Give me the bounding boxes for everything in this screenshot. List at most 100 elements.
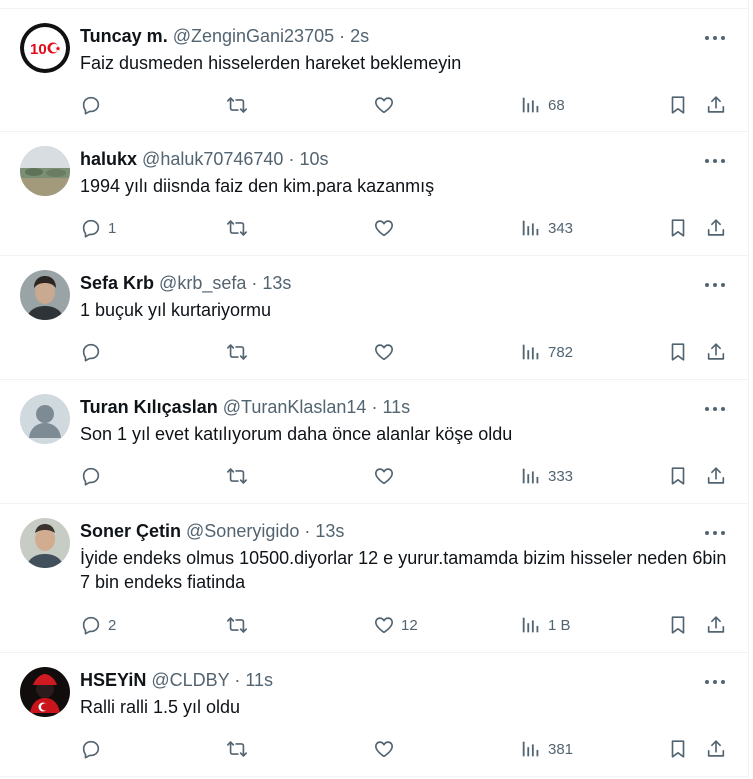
avatar[interactable] <box>20 270 70 320</box>
display-name[interactable]: Soner Çetin <box>80 521 181 541</box>
more-options-icon[interactable] <box>703 400 727 418</box>
tweet-header: Soner Çetin @Soneryigido · 13s <box>80 520 344 542</box>
bookmark-icon <box>667 614 689 636</box>
reply-button[interactable]: 1 <box>80 215 116 241</box>
display-name[interactable]: Turan Kılıçaslan <box>80 397 218 417</box>
user-handle[interactable]: @TuranKlaslan14 <box>223 397 367 417</box>
like-button[interactable] <box>373 339 401 365</box>
bookmark-button[interactable] <box>667 463 689 489</box>
share-button[interactable] <box>705 463 727 489</box>
heart-icon <box>373 217 395 239</box>
avatar[interactable] <box>20 394 70 444</box>
views-button[interactable]: 333 <box>520 463 573 489</box>
views-button[interactable]: 1 B <box>520 612 571 638</box>
user-handle[interactable]: @krb_sefa <box>159 273 246 293</box>
like-button[interactable] <box>373 215 401 241</box>
reply-icon <box>80 738 102 760</box>
timestamp[interactable]: 13s <box>262 273 291 293</box>
like-button[interactable]: 12 <box>373 612 418 638</box>
retweet-button[interactable] <box>226 463 248 489</box>
retweet-button[interactable] <box>226 92 248 118</box>
share-icon <box>705 217 727 239</box>
display-name[interactable]: Tuncay m. <box>80 26 168 46</box>
display-name[interactable]: Sefa Krb <box>80 273 154 293</box>
reply-icon <box>80 614 102 636</box>
retweet-icon <box>226 465 248 487</box>
retweet-button[interactable] <box>226 339 248 365</box>
bookmark-button[interactable] <box>667 612 689 638</box>
timestamp[interactable]: 11s <box>382 397 410 417</box>
heart-icon <box>373 738 395 760</box>
tweet[interactable]: Turan Kılıçaslan @TuranKlaslan14 · 11s S… <box>0 380 749 504</box>
views-button[interactable]: 68 <box>520 92 565 118</box>
svg-text:10: 10 <box>30 41 47 58</box>
more-options-icon[interactable] <box>703 29 727 47</box>
tweet-actions: 68 <box>80 92 729 118</box>
heart-icon <box>373 94 395 116</box>
reply-icon <box>80 94 102 116</box>
like-button[interactable] <box>373 463 401 489</box>
more-options-icon[interactable] <box>703 276 727 294</box>
views-button[interactable]: 343 <box>520 215 573 241</box>
tweet[interactable]: HSEYiN @CLDBY · 11s Ralli ralli 1.5 yıl … <box>0 653 749 777</box>
retweet-button[interactable] <box>226 612 248 638</box>
reply-button[interactable] <box>80 92 108 118</box>
share-button[interactable] <box>705 736 727 762</box>
share-button[interactable] <box>705 612 727 638</box>
views-button[interactable]: 782 <box>520 339 573 365</box>
separator-dot: · <box>234 670 241 690</box>
like-button[interactable] <box>373 92 401 118</box>
reply-button[interactable] <box>80 736 108 762</box>
avatar[interactable] <box>20 667 70 717</box>
share-button[interactable] <box>705 339 727 365</box>
tweet[interactable]: Sefa Krb @krb_sefa · 13s 1 buçuk yıl kur… <box>0 256 749 380</box>
timestamp[interactable]: 13s <box>315 521 344 541</box>
tweet[interactable]: Soner Çetin @Soneryigido · 13s İyide end… <box>0 504 749 653</box>
avatar[interactable] <box>20 146 70 196</box>
share-button[interactable] <box>705 92 727 118</box>
more-options-icon[interactable] <box>703 673 727 691</box>
separator-dot: · <box>251 273 258 293</box>
heart-icon <box>373 465 395 487</box>
reply-button[interactable]: 2 <box>80 612 116 638</box>
analytics-icon <box>520 465 542 487</box>
retweet-button[interactable] <box>226 215 248 241</box>
avatar[interactable] <box>20 518 70 568</box>
reply-button[interactable] <box>80 463 108 489</box>
user-handle[interactable]: @ZenginGani23705 <box>173 26 334 46</box>
user-handle[interactable]: @Soneryigido <box>186 521 299 541</box>
bookmark-button[interactable] <box>667 339 689 365</box>
tweet-header: HSEYiN @CLDBY · 11s <box>80 669 273 691</box>
bookmark-button[interactable] <box>667 215 689 241</box>
user-handle[interactable]: @haluk70746740 <box>142 149 283 169</box>
bookmark-button[interactable] <box>667 736 689 762</box>
share-button[interactable] <box>705 215 727 241</box>
retweet-icon <box>226 341 248 363</box>
like-button[interactable] <box>373 736 401 762</box>
separator-dot: · <box>339 26 346 46</box>
more-options-icon[interactable] <box>703 524 727 542</box>
reply-icon <box>80 217 102 239</box>
timestamp[interactable]: 10s <box>299 149 328 169</box>
bookmark-button[interactable] <box>667 92 689 118</box>
user-handle[interactable]: @CLDBY <box>151 670 229 690</box>
more-options-icon[interactable] <box>703 152 727 170</box>
tweet[interactable]: halukx @haluk70746740 · 10s 1994 yılı di… <box>0 132 749 256</box>
retweet-icon <box>226 217 248 239</box>
view-count: 1 B <box>548 616 571 634</box>
analytics-icon <box>520 217 542 239</box>
tweet-actions: 2 12 1 B <box>80 612 729 638</box>
reply-button[interactable] <box>80 339 108 365</box>
reply-icon <box>80 465 102 487</box>
avatar[interactable]: 10 <box>20 23 70 73</box>
timestamp[interactable]: 11s <box>245 670 273 690</box>
tweet[interactable]: 10 Tuncay m. @ZenginGani23705 · 2s Faiz … <box>0 8 749 132</box>
reply-count: 2 <box>108 616 117 634</box>
timestamp[interactable]: 2s <box>350 26 369 46</box>
retweet-button[interactable] <box>226 736 248 762</box>
bookmark-icon <box>667 465 689 487</box>
display-name[interactable]: halukx <box>80 149 137 169</box>
views-button[interactable]: 381 <box>520 736 573 762</box>
display-name[interactable]: HSEYiN <box>80 670 146 690</box>
analytics-icon <box>520 738 542 760</box>
